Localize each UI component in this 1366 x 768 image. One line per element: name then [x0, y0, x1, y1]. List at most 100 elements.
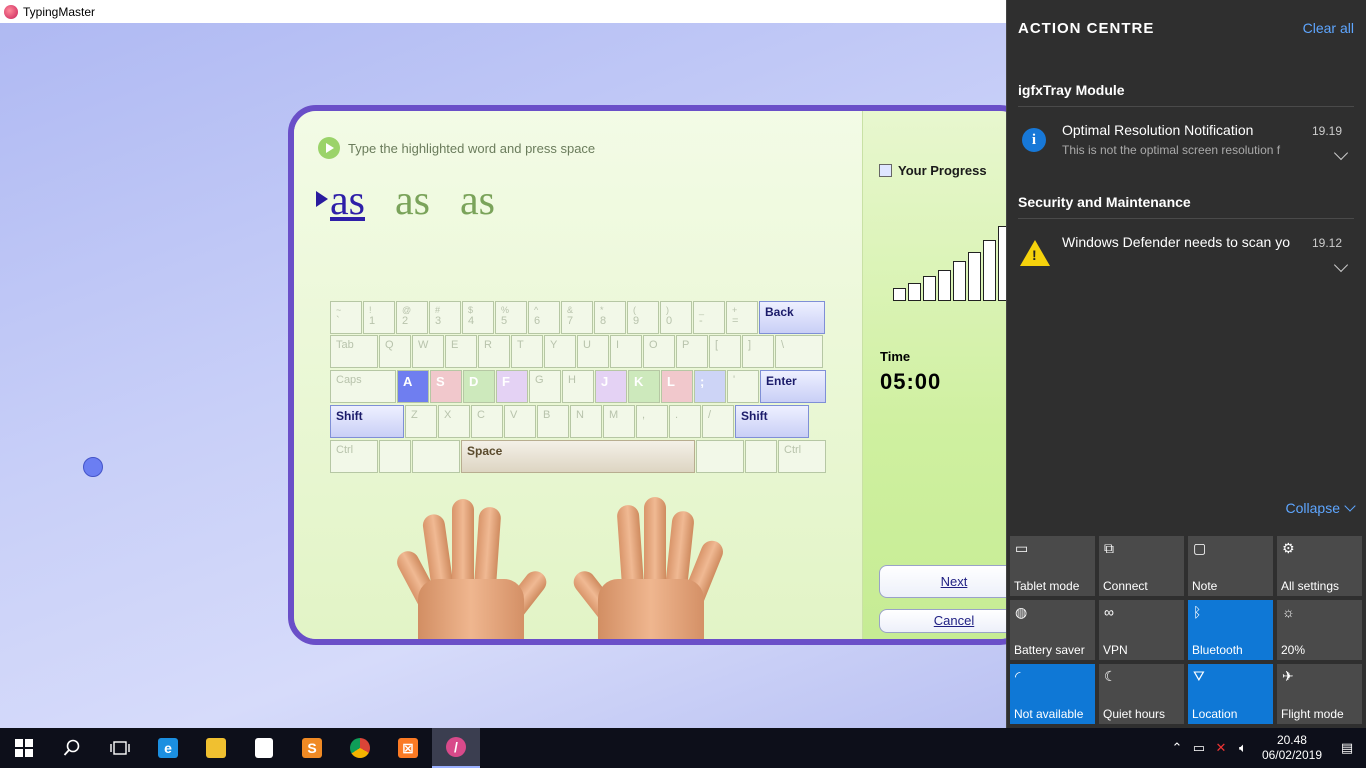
key-3: #3: [429, 301, 461, 334]
search-button[interactable]: [48, 728, 96, 768]
key-label: Ctrl: [336, 444, 354, 456]
key-shift-symbol: @: [402, 305, 412, 315]
typingmaster-icon: /: [446, 737, 466, 757]
action-centre-title: ACTION CENTRE: [1018, 20, 1155, 37]
key-label: Q: [385, 339, 394, 351]
battery-icon[interactable]: ▭: [1188, 740, 1210, 756]
notification-item[interactable]: ! Windows Defender needs to scan yo 19.1…: [1018, 234, 1358, 294]
key-shift-symbol: &: [567, 305, 574, 315]
chevron-up-icon[interactable]: ⌃: [1166, 740, 1188, 756]
key-shift-symbol: ~: [336, 305, 342, 315]
key-shift-symbol: ): [666, 305, 669, 315]
key-label: ,: [642, 409, 646, 421]
key-ctrl: Ctrl: [778, 440, 826, 473]
quick-action-flight-mode[interactable]: ✈ Flight mode: [1277, 664, 1362, 724]
key-label: Shift: [336, 409, 363, 423]
volume-icon[interactable]: 🔈︎: [1232, 740, 1254, 756]
keyboard-row: Ctrl Space Ctrl: [330, 440, 826, 473]
key-label: J: [601, 374, 609, 389]
key-shift: Shift: [735, 405, 809, 438]
finger-indicator-dot: [83, 457, 103, 477]
quick-action-label: All settings: [1281, 579, 1340, 593]
notification-item[interactable]: i Optimal Resolution Notification This i…: [1018, 122, 1358, 182]
task-view-button[interactable]: [96, 728, 144, 768]
start-button[interactable]: [0, 728, 48, 768]
current-word: as: [316, 178, 365, 224]
key-label: T: [517, 339, 524, 351]
quick-action-quiet-hours[interactable]: ☾ Quiet hours: [1099, 664, 1184, 724]
clear-all-link[interactable]: Clear all: [1303, 20, 1354, 36]
taskbar-app[interactable]: /: [432, 728, 480, 768]
key-v: V: [504, 405, 536, 438]
network-disconnected-icon[interactable]: ✕: [1210, 740, 1232, 756]
taskbar-app[interactable]: S: [288, 728, 336, 768]
progress-bar: [893, 288, 906, 301]
key-label: P: [682, 339, 690, 351]
quick-action-label: Location: [1192, 707, 1238, 721]
quick-action-label: Flight mode: [1281, 707, 1344, 721]
chart-icon: [879, 164, 892, 177]
key-r: R: [478, 335, 510, 368]
key-s: S: [430, 370, 462, 403]
play-icon[interactable]: [318, 137, 340, 159]
notifications-icon[interactable]: ▤: [1336, 740, 1358, 756]
quick-action-label: Quiet hours: [1103, 707, 1166, 721]
key-b: B: [537, 405, 569, 438]
quick-action-all-settings[interactable]: ⚙ All settings: [1277, 536, 1362, 596]
xampp-icon: ⊠: [398, 738, 418, 758]
collapse-link[interactable]: Collapse: [1286, 500, 1356, 516]
vpn-icon: ∞: [1104, 604, 1114, 620]
quick-action-vpn[interactable]: ∞ VPN: [1099, 600, 1184, 660]
chevron-down-icon[interactable]: [1333, 257, 1349, 273]
quick-action-note[interactable]: ▢ Note: [1188, 536, 1273, 596]
search-icon: [63, 739, 80, 756]
keyboard-row: ~ `! 1 @2 #3 $4% 5 ^ 6 & 7 * 8(9) 0 _ - + = Back: [330, 301, 825, 334]
exercise-area: Type the highlighted word and press spac…: [294, 111, 862, 639]
key-label: Space: [467, 444, 503, 458]
key-c: C: [471, 405, 503, 438]
taskbar-app[interactable]: e: [144, 728, 192, 768]
quick-action-connect[interactable]: ⧉ Connect: [1099, 536, 1184, 596]
quick-action-20[interactable]: ☼ 20%: [1277, 600, 1362, 660]
chevron-down-icon[interactable]: [1333, 145, 1349, 161]
key-symbol: ;: [694, 370, 726, 403]
key-label: U: [583, 339, 591, 351]
taskbar-app[interactable]: [336, 728, 384, 768]
quick-action-label: Note: [1192, 579, 1218, 593]
taskbar-app[interactable]: ⊠: [384, 728, 432, 768]
key-symbol: ,: [636, 405, 668, 438]
action-centre: ACTION CENTRE Clear all igfxTray Module …: [1006, 0, 1366, 728]
moon-icon: ☾: [1104, 668, 1117, 684]
quick-action-battery-saver[interactable]: ◍ Battery saver: [1010, 600, 1095, 660]
quick-action-not-available[interactable]: ◜ Not available: [1010, 664, 1095, 724]
key-label: L: [667, 374, 675, 389]
key-7: & 7: [561, 301, 593, 334]
key-p: P: [676, 335, 708, 368]
quick-action-location[interactable]: ⛛ Location: [1188, 664, 1273, 724]
key-shift-symbol: *: [600, 305, 604, 315]
key-label: ]: [748, 339, 752, 351]
quick-action-bluetooth[interactable]: ᛒ Bluetooth: [1188, 600, 1273, 660]
key-m: M: [603, 405, 635, 438]
clock[interactable]: 20.48 06/02/2019: [1262, 733, 1322, 763]
key-tab: Tab: [330, 335, 378, 368]
pinned-apps: e S ⊠ /: [144, 728, 480, 768]
file-explorer-icon: [206, 738, 226, 758]
lesson-panel: Type the highlighted word and press spac…: [288, 105, 1028, 645]
title-bar[interactable]: TypingMaster: [0, 0, 1006, 23]
key-4: $4: [462, 301, 494, 334]
key-symbol: [: [709, 335, 741, 368]
key-symbol: .: [669, 405, 701, 438]
key-label: \: [781, 339, 785, 351]
quick-action-label: Bluetooth: [1192, 643, 1243, 657]
key-2: @2: [396, 301, 428, 334]
chrome-icon: [350, 738, 370, 758]
keyboard-row: Shift Z X C V B N M,. / Shift: [330, 405, 809, 438]
taskbar-app[interactable]: [192, 728, 240, 768]
key-shift-symbol: (: [633, 305, 636, 315]
key-caps: Caps: [330, 370, 396, 403]
key-w: W: [412, 335, 444, 368]
key-f: F: [496, 370, 528, 403]
quick-action-tablet-mode[interactable]: ▭ Tablet mode: [1010, 536, 1095, 596]
taskbar-app[interactable]: [240, 728, 288, 768]
